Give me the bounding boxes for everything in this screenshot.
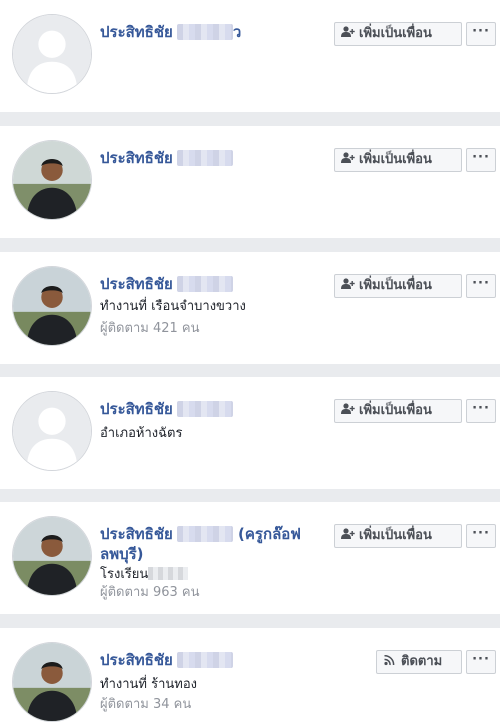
- person-name-link[interactable]: ประสิทธิชัย (ครูกล๊อฟ ลพบุรี): [100, 524, 332, 564]
- profile-photo[interactable]: [12, 642, 92, 722]
- add-friend-button[interactable]: เพิ่มเป็นเพื่อน: [334, 274, 462, 298]
- add-friend-label: เพิ่มเป็นเพื่อน: [359, 152, 432, 167]
- person-name-link[interactable]: ประสิทธิชัย: [100, 274, 330, 294]
- add-friend-button[interactable]: เพิ่มเป็นเพื่อน: [334, 148, 462, 172]
- add-friend-icon: [341, 528, 355, 539]
- follow-button[interactable]: ติดตาม: [376, 650, 462, 674]
- person-location: อำเภอห้างฉัตร: [100, 426, 183, 441]
- redacted-blur: [176, 401, 233, 417]
- more-options-button[interactable]: ···: [466, 274, 496, 298]
- add-friend-icon: [341, 278, 355, 289]
- person-followers: ผู้ติดตาม 963 คน: [100, 585, 200, 600]
- redacted-blur: [176, 24, 233, 40]
- more-options-button[interactable]: ···: [466, 148, 496, 172]
- person-followers: ผู้ติดตาม 34 คน: [100, 697, 192, 712]
- profile-photo[interactable]: [12, 140, 92, 220]
- redacted-blur: [148, 567, 189, 580]
- person-card: ประสิทธิชัย (ครูกล๊อฟ ลพบุรี) โรงเรียน ผ…: [0, 502, 500, 614]
- more-options-button[interactable]: ···: [466, 399, 496, 423]
- person-workplace: ทำงานที่ ร้านทอง: [100, 677, 197, 692]
- profile-photo[interactable]: [12, 266, 92, 346]
- person-card: ประสิทธิชัย ทำงานที่ เรือนจำบางขวาง ผู้ต…: [0, 252, 500, 364]
- person-name[interactable]: ประสิทธิชัย: [100, 525, 173, 543]
- more-options-button[interactable]: ···: [466, 650, 496, 674]
- person-card: ประสิทธิชัย เพิ่มเป็นเพื่อน ···: [0, 126, 500, 238]
- person-card: ประสิทธิชัย ทำงานที่ ร้านทอง ผู้ติดตาม 3…: [0, 628, 500, 724]
- person-name-suffix[interactable]: ว: [233, 23, 241, 41]
- person-name[interactable]: ประสิทธิชัย: [100, 275, 173, 293]
- add-friend-label: เพิ่มเป็นเพื่อน: [359, 278, 432, 293]
- person-name-link[interactable]: ประสิทธิชัย: [100, 148, 330, 168]
- follow-label: ติดตาม: [401, 654, 443, 669]
- add-friend-button[interactable]: เพิ่มเป็นเพื่อน: [334, 399, 462, 423]
- more-options-button[interactable]: ···: [466, 524, 496, 548]
- add-friend-icon: [341, 152, 355, 163]
- follow-rss-icon: [384, 655, 395, 666]
- add-friend-label: เพิ่มเป็นเพื่อน: [359, 528, 432, 543]
- add-friend-icon: [341, 26, 355, 37]
- add-friend-label: เพิ่มเป็นเพื่อน: [359, 403, 432, 418]
- person-name-link[interactable]: ประสิทธิชัย: [100, 650, 330, 670]
- person-card: ประสิทธิชัย ว เพิ่มเป็นเพื่อน ···: [0, 0, 500, 112]
- default-avatar[interactable]: [12, 14, 92, 94]
- default-avatar[interactable]: [12, 391, 92, 471]
- add-friend-icon: [341, 403, 355, 414]
- person-name-link[interactable]: ประสิทธิชัย: [100, 399, 330, 419]
- person-school-text: โรงเรียน: [100, 567, 149, 582]
- redacted-blur: [176, 526, 233, 542]
- person-followers: ผู้ติดตาม 421 คน: [100, 321, 200, 336]
- redacted-blur: [176, 150, 233, 166]
- person-workplace: ทำงานที่ เรือนจำบางขวาง: [100, 299, 246, 314]
- profile-photo[interactable]: [12, 516, 92, 596]
- person-name[interactable]: ประสิทธิชัย: [100, 400, 173, 418]
- add-friend-button[interactable]: เพิ่มเป็นเพื่อน: [334, 524, 462, 548]
- people-search-results: ประสิทธิชัย ว เพิ่มเป็นเพื่อน ··· ประสิทธ…: [0, 0, 500, 724]
- more-options-button[interactable]: ···: [466, 22, 496, 46]
- person-card: ประสิทธิชัย อำเภอห้างฉัตร เพิ่มเป็นเพื่อ…: [0, 377, 500, 489]
- person-name[interactable]: ประสิทธิชัย: [100, 651, 173, 669]
- redacted-blur: [176, 276, 233, 292]
- add-friend-label: เพิ่มเป็นเพื่อน: [359, 26, 432, 41]
- person-school: โรงเรียน: [100, 566, 189, 584]
- add-friend-button[interactable]: เพิ่มเป็นเพื่อน: [334, 22, 462, 46]
- person-name[interactable]: ประสิทธิชัย: [100, 23, 173, 41]
- redacted-blur: [176, 652, 233, 668]
- person-name-link[interactable]: ประสิทธิชัย ว: [100, 22, 330, 42]
- person-name[interactable]: ประสิทธิชัย: [100, 149, 173, 167]
